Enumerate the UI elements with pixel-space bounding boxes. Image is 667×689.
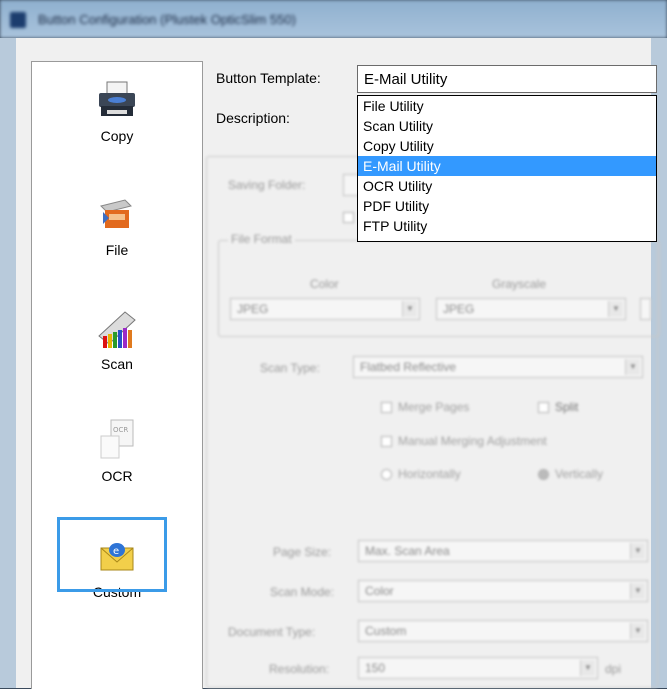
template-option-file-utility[interactable]: File Utility <box>358 96 656 116</box>
sidebar-label-copy: Copy <box>100 128 134 144</box>
description-label: Description: <box>216 110 290 126</box>
grayscale-format-select[interactable]: JPEG ▼ <box>436 298 626 320</box>
chevron-down-icon: ▼ <box>630 583 645 599</box>
color-format-select[interactable]: JPEG ▼ <box>230 298 420 320</box>
scan-type-label: Scan Type: <box>260 361 320 375</box>
horizontally-label: Horizontally <box>398 467 461 481</box>
sidebar-label-scan: Scan <box>101 356 133 372</box>
sidebar-item-file[interactable]: File <box>32 192 202 258</box>
chevron-down-icon: ▼ <box>608 301 623 317</box>
page-size-value: Max. Scan Area <box>365 544 450 558</box>
template-option-ftp-utility[interactable]: FTP Utility <box>358 216 656 236</box>
template-dropdown-list: File Utility Scan Utility Copy Utility E… <box>357 95 657 242</box>
template-option-pdf-utility[interactable]: PDF Utility <box>358 196 656 216</box>
sidebar-item-scan[interactable]: Scan <box>32 306 202 372</box>
template-option-copy-utility[interactable]: Copy Utility <box>358 136 656 156</box>
chevron-down-icon: ▼ <box>402 301 417 317</box>
split-checkbox[interactable]: Split <box>538 400 578 414</box>
document-type-label: Document Type: <box>228 625 316 639</box>
chevron-down-icon: ▼ <box>630 623 645 639</box>
sidebar-label-ocr: OCR <box>101 468 133 484</box>
svg-text:OCR: OCR <box>113 426 128 434</box>
scan-icon <box>98 311 136 348</box>
scan-type-select[interactable]: Flatbed Reflective ▼ <box>353 356 643 378</box>
resolution-unit: dpi <box>605 662 622 676</box>
button-template-label: Button Template: <box>216 70 321 86</box>
scan-mode-value: Color <box>365 584 394 598</box>
scan-mode-label: Scan Mode: <box>270 585 335 599</box>
grayscale-format-label: Grayscale <box>492 277 547 291</box>
color-format-value: JPEG <box>237 302 269 316</box>
window-title: Button Configuration (Plustek OpticSlim … <box>38 12 296 27</box>
page-size-label: Page Size: <box>273 545 332 559</box>
template-option-scan-utility[interactable]: Scan Utility <box>358 116 656 136</box>
button-template-select[interactable]: E-Mail Utility <box>357 65 657 93</box>
chevron-down-icon: ▼ <box>630 543 645 559</box>
window-frame-left <box>0 38 16 688</box>
sidebar-selection-highlight <box>57 517 167 592</box>
file-scan-icon <box>100 199 132 228</box>
merge-pages-label: Merge Pages <box>398 400 470 414</box>
file-format-label: File Format <box>228 232 295 246</box>
chevron-down-icon: ▼ <box>625 359 640 375</box>
resolution-label: Resolution: <box>269 662 330 676</box>
color-format-label: Color <box>310 277 339 291</box>
app-icon <box>10 12 26 28</box>
saving-folder-label: Saving Folder: <box>228 178 306 192</box>
merge-pages-checkbox[interactable]: Merge Pages <box>381 400 469 414</box>
document-type-select[interactable]: Custom ▼ <box>358 620 648 642</box>
scan-mode-select[interactable]: Color ▼ <box>358 580 648 602</box>
vertically-radio[interactable]: Vertically <box>538 467 603 481</box>
file-format-group <box>218 240 660 337</box>
vertically-label: Vertically <box>555 467 604 481</box>
manual-merging-checkbox[interactable]: Manual Merging Adjustment <box>381 434 547 448</box>
bw-format-select[interactable] <box>640 298 651 320</box>
template-option-ocr-utility[interactable]: OCR Utility <box>358 176 656 196</box>
horizontally-radio[interactable]: Horizontally <box>381 467 461 481</box>
grayscale-format-value: JPEG <box>443 302 475 316</box>
resolution-value: 150 <box>365 661 386 675</box>
sidebar-item-ocr[interactable]: OCR OCR <box>32 418 202 484</box>
resolution-select[interactable]: 150 ▼ <box>358 657 598 679</box>
sidebar-item-copy[interactable]: Copy <box>32 78 202 144</box>
manual-merging-label: Manual Merging Adjustment <box>398 434 547 448</box>
template-option-email-utility[interactable]: E-Mail Utility <box>358 156 656 176</box>
scan-type-value: Flatbed Reflective <box>360 360 457 374</box>
title-bar: Button Configuration (Plustek OpticSlim … <box>0 0 667 38</box>
chevron-down-icon: ▼ <box>580 660 595 676</box>
printer-icon <box>99 81 135 116</box>
ocr-icon: OCR <box>100 419 134 459</box>
sidebar-label-file: File <box>105 242 129 258</box>
button-sidebar: Copy File Scan OCR OCR e Custom <box>31 61 203 689</box>
split-label: Split <box>555 400 579 414</box>
document-type-value: Custom <box>365 624 407 638</box>
page-size-select[interactable]: Max. Scan Area ▼ <box>358 540 648 562</box>
button-template-value: E-Mail Utility <box>364 71 448 88</box>
